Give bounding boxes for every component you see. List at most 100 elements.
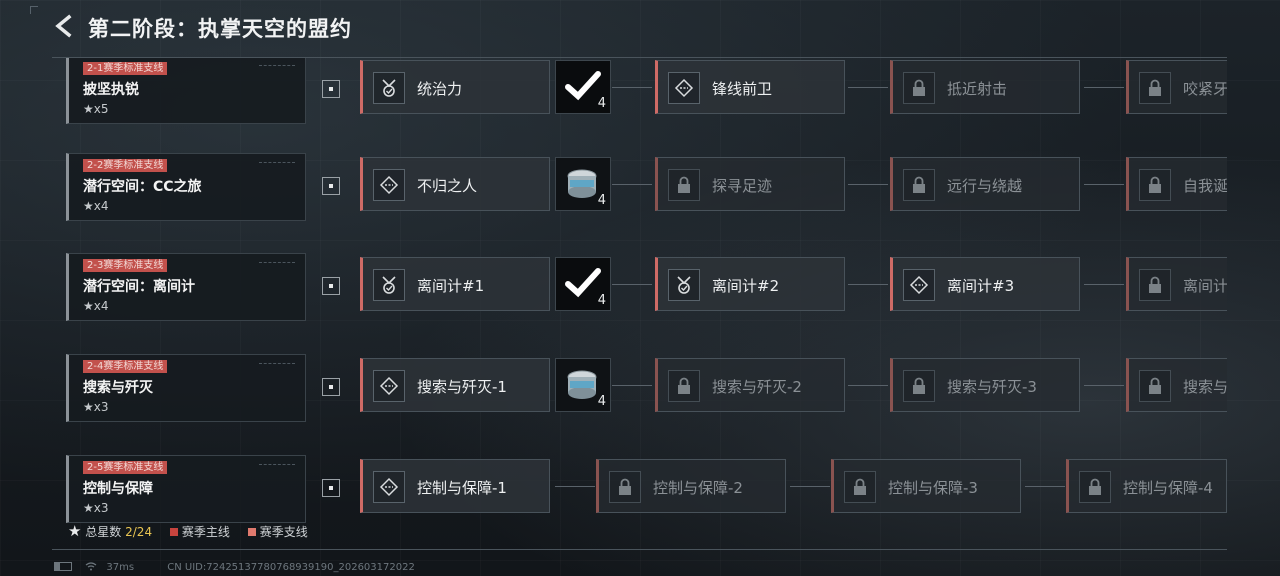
mission-label: 探寻足迹 bbox=[712, 177, 773, 195]
total-stars-value: 2/24 bbox=[125, 525, 153, 539]
mission-label: 搜索与歼灭-2 bbox=[712, 378, 802, 396]
mission-label: 远行与绕越 bbox=[947, 177, 1023, 195]
mission-node[interactable]: 离间计#3 bbox=[890, 257, 1080, 311]
chevron-left-icon bbox=[55, 14, 72, 38]
card-decoration bbox=[259, 162, 295, 165]
reward-claimed[interactable]: 4 bbox=[555, 257, 611, 311]
mission-node-locked[interactable]: 控制与保障-4 bbox=[1066, 459, 1227, 513]
total-stars-label: 总星数 bbox=[85, 525, 122, 539]
star-count: x3 bbox=[93, 501, 109, 515]
reward-count: 4 bbox=[597, 293, 606, 308]
expand-node[interactable] bbox=[322, 378, 340, 396]
chapter-tag: 2-5赛季标准支线 bbox=[83, 461, 168, 474]
mission-node-locked[interactable]: 咬紧牙 bbox=[1126, 60, 1227, 114]
link-line bbox=[1084, 87, 1124, 88]
target-icon bbox=[903, 269, 935, 301]
link-line bbox=[612, 87, 652, 88]
mission-node-locked[interactable]: 控制与保障-2 bbox=[596, 459, 786, 513]
reward-available[interactable]: 4 bbox=[555, 358, 611, 412]
mission-node-locked[interactable]: 自我诞 bbox=[1126, 157, 1227, 211]
lock-icon bbox=[668, 169, 700, 201]
mission-label: 离间计#1 bbox=[417, 277, 485, 295]
link-line bbox=[1084, 284, 1124, 285]
chapter-card[interactable]: 2-2赛季标准支线 潜行空间：CC之旅 ★x4 bbox=[66, 153, 306, 221]
lock-icon bbox=[1139, 169, 1171, 201]
lock-icon bbox=[1139, 269, 1171, 301]
lock-icon bbox=[609, 471, 641, 503]
target-icon bbox=[373, 370, 405, 402]
card-decoration bbox=[259, 464, 295, 467]
expand-node[interactable] bbox=[322, 277, 340, 295]
link-line bbox=[612, 184, 652, 185]
reward-claimed[interactable]: 4 bbox=[555, 60, 611, 114]
expand-node[interactable] bbox=[322, 80, 340, 98]
link-line bbox=[1025, 486, 1065, 487]
reward-available[interactable]: 4 bbox=[555, 157, 611, 211]
mission-node-locked[interactable]: 搜索与歼灭-2 bbox=[655, 358, 845, 412]
mission-node[interactable]: 离间计#1 bbox=[360, 257, 550, 311]
chapter-tag: 2-2赛季标准支线 bbox=[83, 159, 168, 172]
chapter-tag: 2-4赛季标准支线 bbox=[83, 360, 168, 373]
mission-tree-panel: 2-1赛季标准支线 披坚执锐 ★x5 统治力 4 锋线前卫 抵近射击 咬紧牙 2… bbox=[52, 57, 1227, 550]
card-decoration bbox=[259, 363, 295, 366]
star-icon: ★ bbox=[83, 501, 94, 515]
mission-label: 不归之人 bbox=[417, 177, 478, 195]
mission-node-locked[interactable]: 抵近射击 bbox=[890, 60, 1080, 114]
chapter-row-2-4: 2-4赛季标准支线 搜索与歼灭 ★x3 搜索与歼灭-1 4 搜索与歼灭-2 搜索… bbox=[52, 354, 1227, 454]
medal-icon bbox=[373, 269, 405, 301]
main-legend-swatch bbox=[169, 528, 178, 536]
link-line bbox=[790, 486, 830, 487]
back-button[interactable] bbox=[52, 14, 76, 38]
chapter-card[interactable]: 2-1赛季标准支线 披坚执锐 ★x5 bbox=[66, 58, 306, 124]
lock-icon bbox=[903, 370, 935, 402]
link-line bbox=[848, 284, 888, 285]
target-icon bbox=[373, 471, 405, 503]
expand-node[interactable] bbox=[322, 479, 340, 497]
mission-label: 离间计#3 bbox=[947, 277, 1015, 295]
mission-node[interactable]: 离间计#2 bbox=[655, 257, 845, 311]
mission-node[interactable]: 统治力 bbox=[360, 60, 550, 114]
chapter-card[interactable]: 2-3赛季标准支线 潜行空间：离间计 ★x4 bbox=[66, 253, 306, 321]
chapter-name: 潜行空间：离间计 bbox=[83, 279, 195, 295]
link-line bbox=[612, 385, 652, 386]
chapter-card[interactable]: 2-4赛季标准支线 搜索与歼灭 ★x3 bbox=[66, 354, 306, 422]
mission-label: 咬紧牙 bbox=[1183, 80, 1227, 98]
expand-node[interactable] bbox=[322, 177, 340, 195]
corner-decoration bbox=[30, 6, 38, 14]
link-line bbox=[848, 87, 888, 88]
branch-legend-swatch bbox=[247, 528, 256, 536]
mission-node-locked[interactable]: 搜索与歼灭-3 bbox=[890, 358, 1080, 412]
link-line bbox=[612, 284, 652, 285]
mission-node-locked[interactable]: 探寻足迹 bbox=[655, 157, 845, 211]
mission-label: 搜索与 bbox=[1183, 378, 1227, 396]
card-decoration bbox=[259, 65, 295, 68]
mission-node-locked[interactable]: 控制与保障-3 bbox=[831, 459, 1021, 513]
uid-text: CN UID:7242513778076893919​0_20260317202… bbox=[167, 562, 415, 573]
lock-icon bbox=[903, 72, 935, 104]
battery-icon bbox=[54, 562, 72, 571]
lock-icon bbox=[1139, 370, 1171, 402]
mission-label: 控制与保障-4 bbox=[1123, 479, 1213, 497]
mission-node-locked[interactable]: 离间计 bbox=[1126, 257, 1227, 311]
reward-count: 4 bbox=[597, 96, 606, 111]
wifi-icon bbox=[85, 562, 100, 573]
branch-legend-label: 赛季支线 bbox=[259, 525, 308, 539]
mission-label: 统治力 bbox=[417, 80, 463, 98]
link-line bbox=[1084, 184, 1124, 185]
mission-node[interactable]: 控制与保障-1 bbox=[360, 459, 550, 513]
status-bar: 37ms CN UID:7242513778076893919​0_202603… bbox=[54, 562, 415, 573]
main-legend-label: 赛季主线 bbox=[181, 525, 230, 539]
mission-node[interactable]: 锋线前卫 bbox=[655, 60, 845, 114]
mission-node-locked[interactable]: 搜索与 bbox=[1126, 358, 1227, 412]
chapter-card[interactable]: 2-5赛季标准支线 控制与保障 ★x3 bbox=[66, 455, 306, 523]
mission-node-locked[interactable]: 远行与绕越 bbox=[890, 157, 1080, 211]
mission-node[interactable]: 不归之人 bbox=[360, 157, 550, 211]
star-count: x5 bbox=[93, 102, 109, 116]
page-title: 第二阶段：执掌天空的盟约 bbox=[88, 17, 352, 41]
star-count: x4 bbox=[93, 199, 109, 213]
chapter-stars: ★x4 bbox=[83, 199, 109, 213]
mission-node[interactable]: 搜索与歼灭-1 bbox=[360, 358, 550, 412]
chapter-name: 搜索与歼灭 bbox=[83, 380, 153, 396]
lock-icon bbox=[903, 169, 935, 201]
star-icon: ★ bbox=[83, 199, 94, 213]
